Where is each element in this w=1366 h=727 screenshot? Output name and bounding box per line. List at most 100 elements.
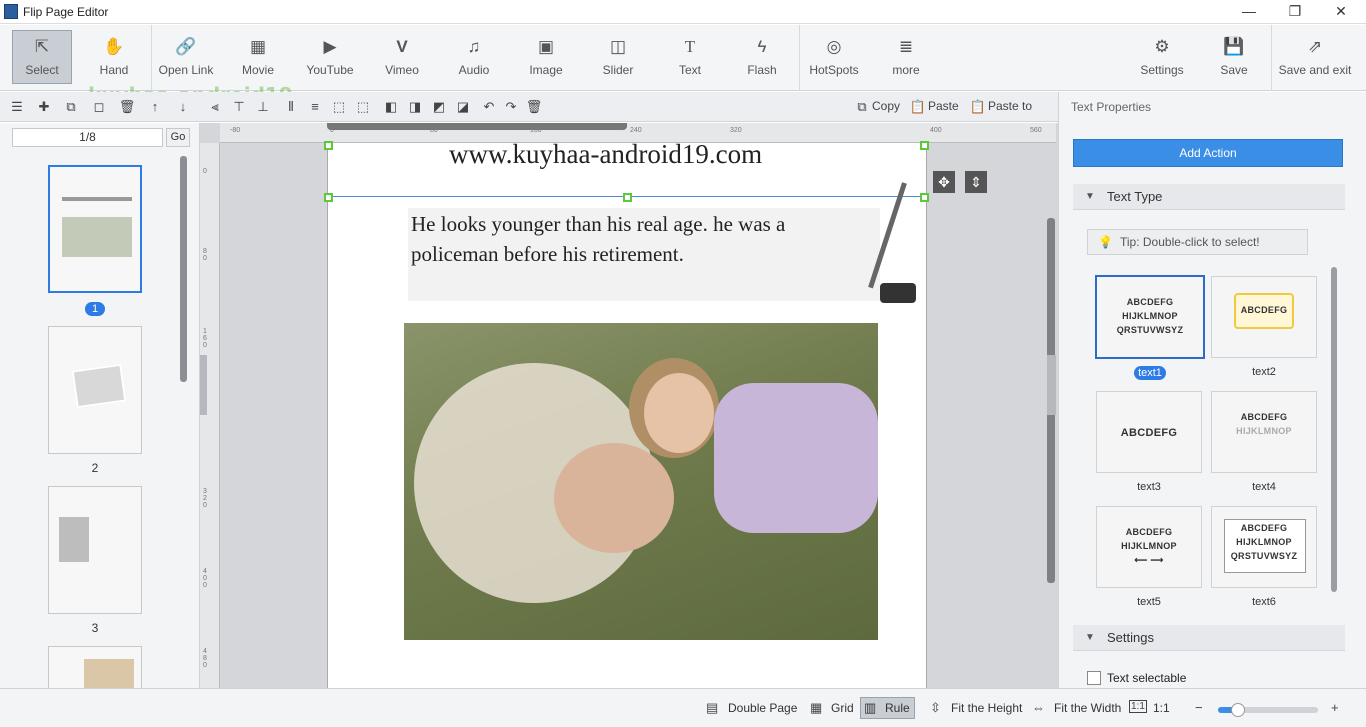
distribute-h-icon[interactable]: ⦀ — [282, 98, 300, 116]
app-icon — [4, 4, 18, 19]
page-thumbnail-label: 1 — [48, 301, 142, 316]
align-left-icon[interactable]: ⫷ — [206, 98, 224, 116]
thumbnail-scrollbar[interactable] — [180, 156, 187, 382]
tool-movie[interactable]: ▦ Movie — [228, 25, 288, 91]
zoom-slider-knob[interactable] — [1231, 703, 1245, 717]
add-page-icon[interactable]: ✚ — [35, 98, 53, 116]
align-bottom-icon[interactable]: ⊥ — [254, 98, 272, 116]
bring-front-icon[interactable]: ◧ — [382, 98, 400, 116]
toolbar-divider — [799, 25, 800, 91]
undo-icon[interactable]: ↶ — [480, 98, 498, 116]
copy-button[interactable]: Copy — [872, 99, 900, 113]
zoom-in-icon[interactable]: + — [1331, 700, 1339, 715]
duplicate-page-icon[interactable]: ⧉ — [62, 98, 80, 116]
status-bar: ▤ Double Page ▦ Grid ▥ Rule ⇳ Fit the He… — [0, 688, 1366, 727]
link-icon: 🔗 — [175, 37, 197, 56]
tool-more[interactable]: ≣ more — [876, 25, 936, 91]
text-style-label: text5 — [1137, 596, 1161, 608]
text-style-3[interactable]: ABCDEFG — [1096, 391, 1202, 473]
rule-toggle[interactable]: ▥ Rule — [860, 697, 915, 719]
tool-text[interactable]: T Text — [660, 25, 720, 91]
go-button[interactable]: Go — [166, 128, 190, 147]
styles-scrollbar[interactable] — [1331, 267, 1337, 592]
tool-flash[interactable]: ϟ Flash — [732, 25, 792, 91]
fit-height-button[interactable]: Fit the Height — [951, 701, 1022, 715]
tool-hand[interactable]: ✋ Hand — [84, 25, 144, 91]
ungroup-icon[interactable]: ⬚ — [354, 98, 372, 116]
text-style-5[interactable]: ABCDEFG HIJKLMNOP ⟵ ⟶ — [1096, 506, 1202, 588]
resize-handle[interactable] — [920, 141, 929, 150]
page-thumbnail-label: 2 — [91, 461, 99, 475]
move-down-icon[interactable]: ↓ — [174, 98, 192, 116]
tool-audio[interactable]: ♫ Audio — [444, 25, 504, 91]
text-style-1[interactable]: ABCDEFG HIJKLMNOP QRSTUVWSYZ — [1095, 275, 1205, 359]
zoom-slider[interactable] — [1218, 703, 1318, 717]
align-top-icon[interactable]: ⊤ — [230, 98, 248, 116]
copy-icon: ⧉ — [857, 99, 867, 114]
text-selectable-checkbox[interactable] — [1087, 671, 1101, 685]
trash-icon[interactable]: 🗑 — [525, 98, 543, 116]
page-thumbnail-3[interactable] — [48, 486, 142, 614]
zoom-out-icon[interactable]: − — [1195, 700, 1203, 715]
lightbulb-icon: 💡 — [1098, 235, 1113, 249]
vimeo-icon: V — [396, 37, 408, 56]
center-align-icon[interactable]: ⇕ — [965, 171, 987, 193]
collapse-right-handle[interactable] — [1047, 355, 1056, 415]
settings-section-header[interactable]: ▼ Settings — [1073, 625, 1345, 651]
bring-forward-icon[interactable]: ◨ — [406, 98, 424, 116]
page-thumbnail-4[interactable] — [48, 646, 142, 688]
close-button[interactable]: ✕ — [1318, 0, 1364, 24]
collapse-left-handle[interactable] — [200, 355, 207, 415]
save-and-exit-button[interactable]: ⇗ Save and exit — [1276, 25, 1354, 91]
tool-youtube[interactable]: ▶ YouTube — [300, 25, 360, 91]
add-action-button[interactable]: Add Action — [1073, 139, 1343, 167]
text-type-section-header[interactable]: ▼ Text Type — [1073, 184, 1345, 210]
move-icon[interactable]: ✥ — [933, 171, 955, 193]
copy-page-icon[interactable]: ◻ — [90, 98, 108, 116]
body-text-box[interactable]: He looks younger than his real age. he w… — [408, 208, 880, 301]
resize-handle[interactable] — [324, 193, 333, 202]
double-page-toggle[interactable]: Double Page — [728, 701, 797, 715]
restore-button[interactable]: ❐ — [1272, 0, 1318, 24]
resize-handle[interactable] — [920, 193, 929, 202]
tool-slider[interactable]: ◫ Slider — [588, 25, 648, 91]
group-icon[interactable]: ⬚ — [330, 98, 348, 116]
fit-width-button[interactable]: Fit the Width — [1054, 701, 1121, 715]
window-title: Flip Page Editor — [23, 5, 109, 19]
minimize-button[interactable]: — — [1226, 0, 1272, 24]
list-icon[interactable]: ☰ — [8, 98, 26, 116]
page-number-input[interactable]: 1/8 — [12, 128, 163, 147]
paste-icon: 📋 — [909, 99, 927, 114]
text-style-2[interactable]: ABCDEFG — [1211, 276, 1317, 358]
resize-handle[interactable] — [623, 193, 632, 202]
save-button[interactable]: 💾 Save — [1204, 25, 1264, 91]
page-thumbnail-1[interactable] — [48, 165, 142, 293]
flash-icon: ϟ — [757, 37, 767, 56]
url-text[interactable]: www.kuyhaa-android19.com — [449, 139, 762, 170]
redo-icon[interactable]: ↷ — [502, 98, 520, 116]
ruler-icon: ▥ — [864, 700, 877, 715]
actual-size-button[interactable]: 1:1 — [1153, 701, 1170, 715]
tool-hotspots[interactable]: ◎ HotSpots — [804, 25, 864, 91]
text-style-4[interactable]: ABCDEFG HIJKLMNOP — [1211, 391, 1317, 473]
selected-text-box[interactable]: www.kuyhaa-android19.com — [329, 139, 927, 197]
send-backward-icon[interactable]: ◩ — [430, 98, 448, 116]
select-icon: ⇱ — [34, 37, 50, 56]
paste-to-button[interactable]: Paste to — [988, 99, 1032, 113]
distribute-v-icon[interactable]: ≡ — [306, 98, 324, 116]
send-back-icon[interactable]: ◪ — [454, 98, 472, 116]
tool-image[interactable]: ▣ Image — [516, 25, 576, 91]
delete-page-icon[interactable]: 🗑 — [118, 98, 136, 116]
paste-button[interactable]: Paste — [928, 99, 959, 113]
page-canvas[interactable]: www.kuyhaa-android19.com He looks younge… — [324, 139, 929, 688]
settings-button[interactable]: ⚙ Settings — [1132, 25, 1192, 91]
grid-toggle[interactable]: Grid — [831, 701, 854, 715]
move-up-icon[interactable]: ↑ — [146, 98, 164, 116]
tool-open-link[interactable]: 🔗 Open Link — [156, 25, 216, 91]
family-photo[interactable] — [404, 323, 878, 640]
tool-vimeo[interactable]: V Vimeo — [372, 25, 432, 91]
page-thumbnail-2[interactable] — [48, 326, 142, 454]
resize-handle[interactable] — [324, 141, 333, 150]
tool-select[interactable]: ⇱ Select — [12, 30, 72, 84]
text-style-6[interactable]: ABCDEFG HIJKLMNOP QRSTUVWSYZ — [1211, 506, 1317, 588]
